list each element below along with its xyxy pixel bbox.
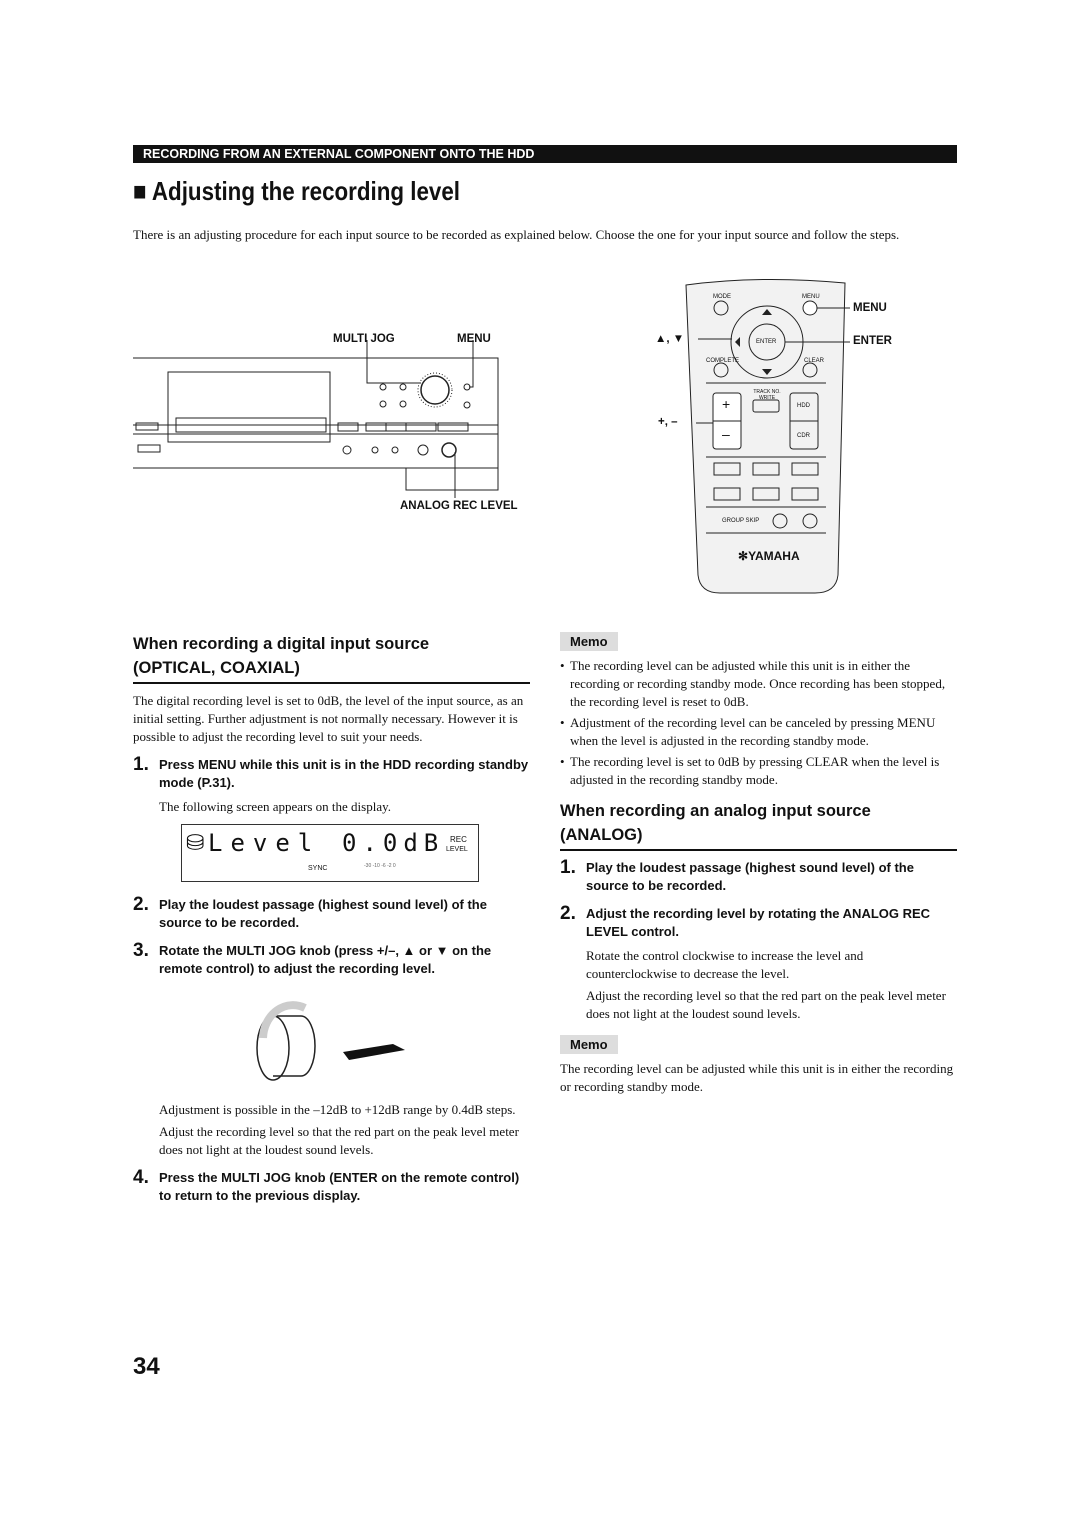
- step-4: 4. Press the MULTI JOG knob (ENTER on the…: [133, 1167, 520, 1203]
- recorder-front-panel-drawing: [133, 340, 499, 498]
- page-title: ■ Adjusting the recording level: [133, 176, 461, 206]
- remote-plus-minus-label: +, –: [658, 416, 678, 428]
- digital-section: When recording a digital input source (O…: [133, 632, 530, 1205]
- memo-label-2: Memo: [560, 1035, 618, 1054]
- manual-page: RECORDING FROM AN EXTERNAL COMPONENT ONT…: [0, 0, 1080, 1528]
- section-header-bar: RECORDING FROM AN EXTERNAL COMPONENT ONT…: [133, 145, 957, 163]
- level-meter: -30 -10 -6 -2 0: [364, 863, 396, 869]
- step-3-note-1: Adjustment is possible in the –12dB to +…: [159, 1102, 516, 1117]
- plus-button-label: +: [722, 396, 731, 412]
- step-3: 3. Rotate the MULTI JOG knob (press +/–, …: [133, 940, 492, 976]
- remote-menu-label: MENU: [853, 302, 887, 314]
- memo-list: The recording level can be adjusted whil…: [560, 657, 957, 789]
- menu-button-label: MENU: [802, 294, 820, 300]
- rotate-knob-icon: [256, 1001, 405, 1081]
- yamaha-logo: ✻YAMAHA: [738, 549, 800, 563]
- analog-step-2-note-1: Rotate the control clockwise to increase…: [586, 948, 864, 981]
- memo-2-text: The recording level can be adjusted whil…: [560, 1061, 954, 1094]
- remote-control-illustration: MODE MENU ENTER COMPLETE CLEAR TRACK NO.…: [640, 275, 910, 595]
- clear-button-label: CLEAR: [804, 358, 825, 364]
- digital-heading-sub: (OPTICAL, COAXIAL): [133, 656, 530, 684]
- digital-heading: When recording a digital input source: [133, 635, 430, 653]
- intro-paragraph: There is an adjusting procedure for each…: [133, 227, 900, 242]
- mode-button-label: MODE: [713, 294, 731, 300]
- step-1-note: The following screen appears on the disp…: [159, 799, 392, 814]
- page-number: 34: [133, 1353, 160, 1380]
- memo-item: Adjustment of the recording level can be…: [560, 714, 957, 750]
- memo-item: The recording level can be adjusted whil…: [560, 657, 957, 711]
- black-square-icon: ■: [133, 176, 152, 206]
- front-panel-illustration: MULTI JOG MENU ANALOG REC LEVEL: [133, 330, 533, 520]
- remote-enter-label: ENTER: [853, 335, 892, 347]
- enter-button-label: ENTER: [756, 339, 777, 345]
- cdr-button-label: CDR: [797, 433, 810, 439]
- analog-heading: When recording an analog input source: [560, 802, 871, 820]
- analog-step-1: 1. Play the loudest passage (highest soun…: [560, 857, 914, 893]
- analog-heading-sub: (ANALOG): [560, 823, 957, 851]
- step-3-note-2: Adjust the recording level so that the r…: [159, 1124, 519, 1157]
- group-skip-label: GROUP SKIP: [722, 518, 760, 524]
- right-column: Memo The recording level can be adjusted…: [560, 632, 957, 1096]
- display-screen: ⛁ Level 0.0dB REC LEVEL SYNC -30 -10 -6 …: [181, 824, 479, 882]
- hdd-icon: ⛁: [186, 831, 211, 856]
- analog-step-2-note-2: Adjust the recording level so that the r…: [586, 988, 946, 1021]
- analog-step-2: 2. Adjust the recording level by rotating…: [560, 903, 931, 939]
- track-no-write-label: TRACK NO. WRITE: [753, 389, 781, 401]
- memo-item: The recording level is set to 0dB by pre…: [560, 753, 957, 789]
- remote-up-down-label: ▲, ▼: [655, 333, 685, 345]
- minus-button-label: –: [722, 426, 730, 442]
- step-1: 1. Press MENU while this unit is in the H…: [133, 754, 529, 790]
- complete-button-label: COMPLETE: [706, 358, 740, 364]
- remote-control-drawing: [685, 278, 850, 594]
- step-2: 2. Play the loudest passage (highest soun…: [133, 894, 487, 930]
- hdd-button-label: HDD: [797, 403, 810, 409]
- digital-body: The digital recording level is set to 0d…: [133, 693, 524, 744]
- memo-label: Memo: [560, 632, 618, 651]
